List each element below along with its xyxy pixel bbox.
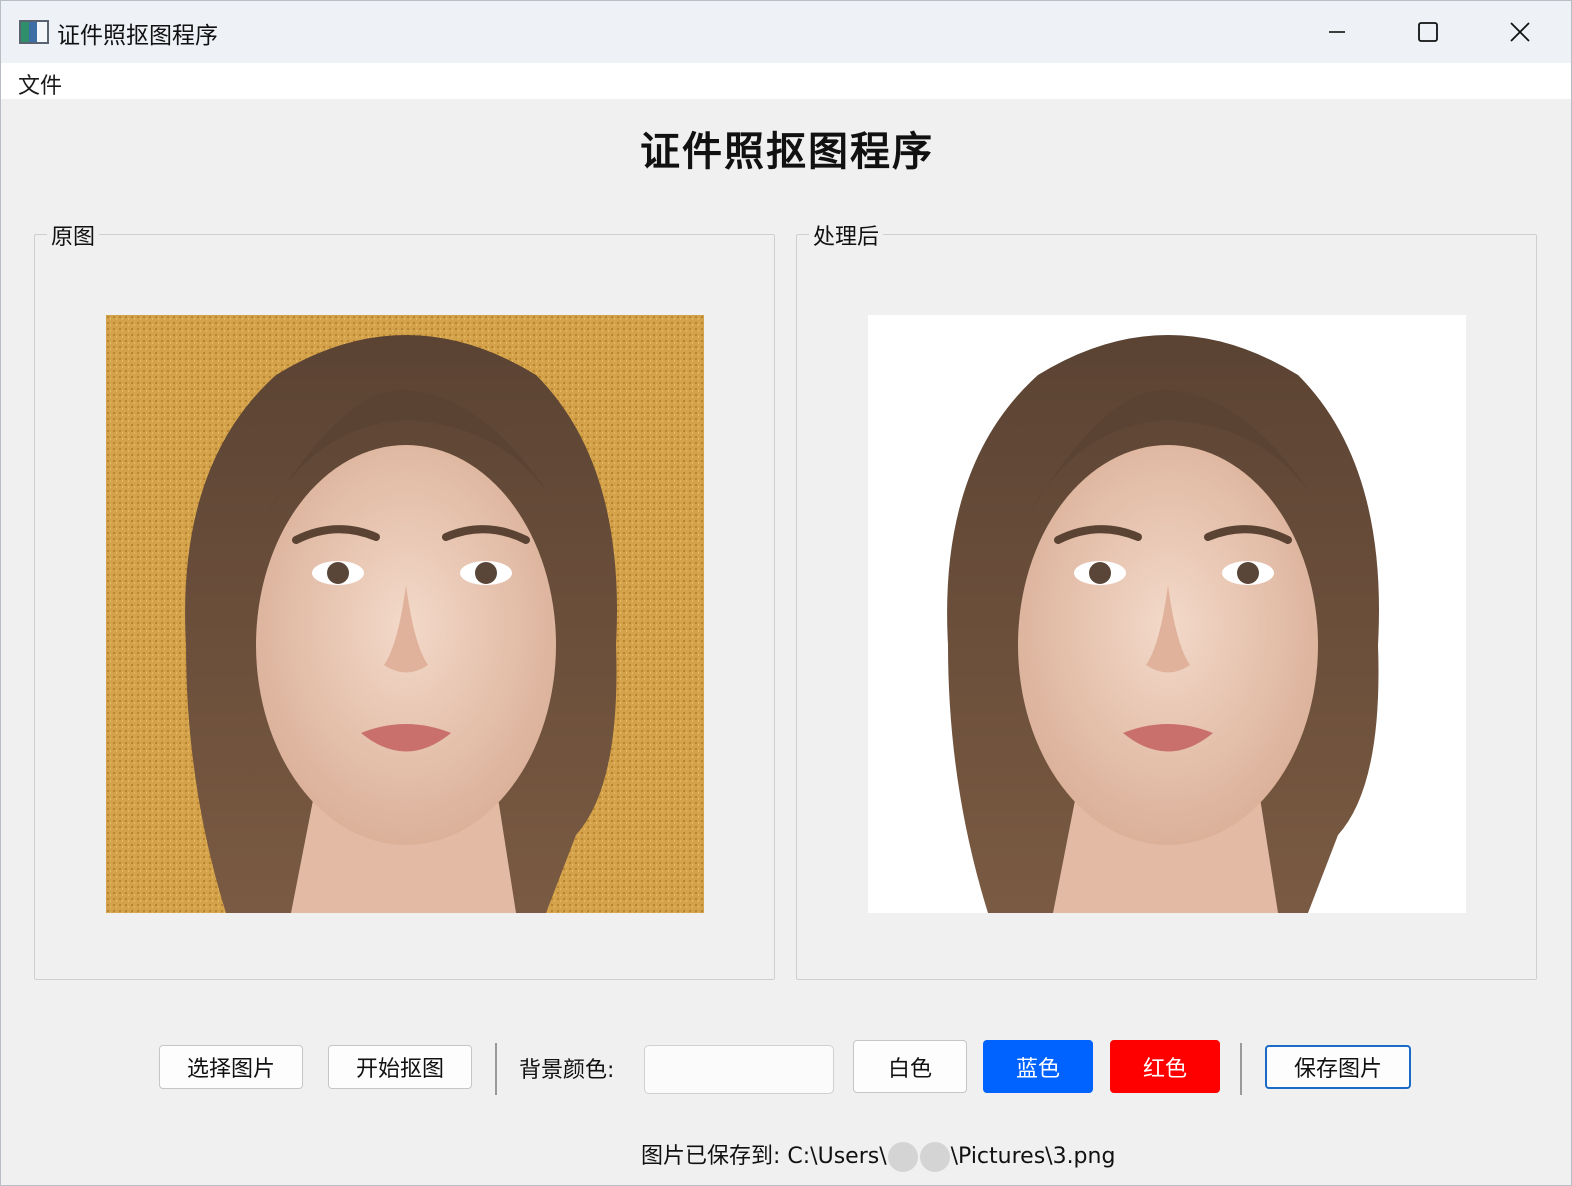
menu-item-file[interactable]: 文件 (16, 68, 64, 100)
start-matting-button[interactable]: 开始抠图 (328, 1045, 472, 1089)
status-message: 图片已保存到: C:\Users\ \Pictures\3.png (641, 1138, 1115, 1172)
status-suffix: \Pictures\3.png (950, 1144, 1116, 1169)
close-icon (1510, 22, 1530, 42)
maximize-button[interactable] (1382, 1, 1474, 63)
toolbar-separator (495, 1043, 497, 1095)
original-panel-label: 原图 (47, 219, 100, 251)
window-title: 证件照抠图程序 (57, 23, 218, 49)
redacted-username (887, 1142, 918, 1172)
menu-bar: 文件 (1, 63, 1571, 99)
app-icon (19, 20, 49, 44)
blue-bg-button[interactable]: 蓝色 (983, 1040, 1093, 1093)
processed-image-panel: 处理后 (796, 219, 1537, 980)
save-image-button[interactable]: 保存图片 (1265, 1045, 1411, 1089)
white-bg-button[interactable]: 白色 (853, 1040, 967, 1093)
app-window: 证件照抠图程序 文件 证件照抠图程序 原图 处理后 选择图片 开始抠图 背景颜色… (0, 0, 1572, 1186)
bg-color-label: 背景颜色: (519, 1058, 615, 1083)
original-image-panel: 原图 (34, 219, 775, 980)
minimize-icon (1329, 31, 1345, 33)
redacted-username-2 (919, 1142, 950, 1172)
select-image-button[interactable]: 选择图片 (159, 1045, 303, 1089)
minimize-button[interactable] (1291, 1, 1383, 63)
original-image (106, 315, 704, 913)
title-bar[interactable]: 证件照抠图程序 (1, 1, 1571, 63)
page-title: 证件照抠图程序 (640, 128, 934, 175)
processed-image (868, 315, 1466, 913)
toolbar-separator-2 (1240, 1043, 1242, 1095)
maximize-icon (1418, 22, 1438, 42)
bg-color-preview[interactable] (644, 1045, 834, 1094)
status-prefix: 图片已保存到: C:\Users\ (641, 1144, 887, 1169)
processed-panel-label: 处理后 (809, 219, 884, 251)
red-bg-button[interactable]: 红色 (1110, 1040, 1220, 1093)
close-button[interactable] (1474, 1, 1566, 63)
